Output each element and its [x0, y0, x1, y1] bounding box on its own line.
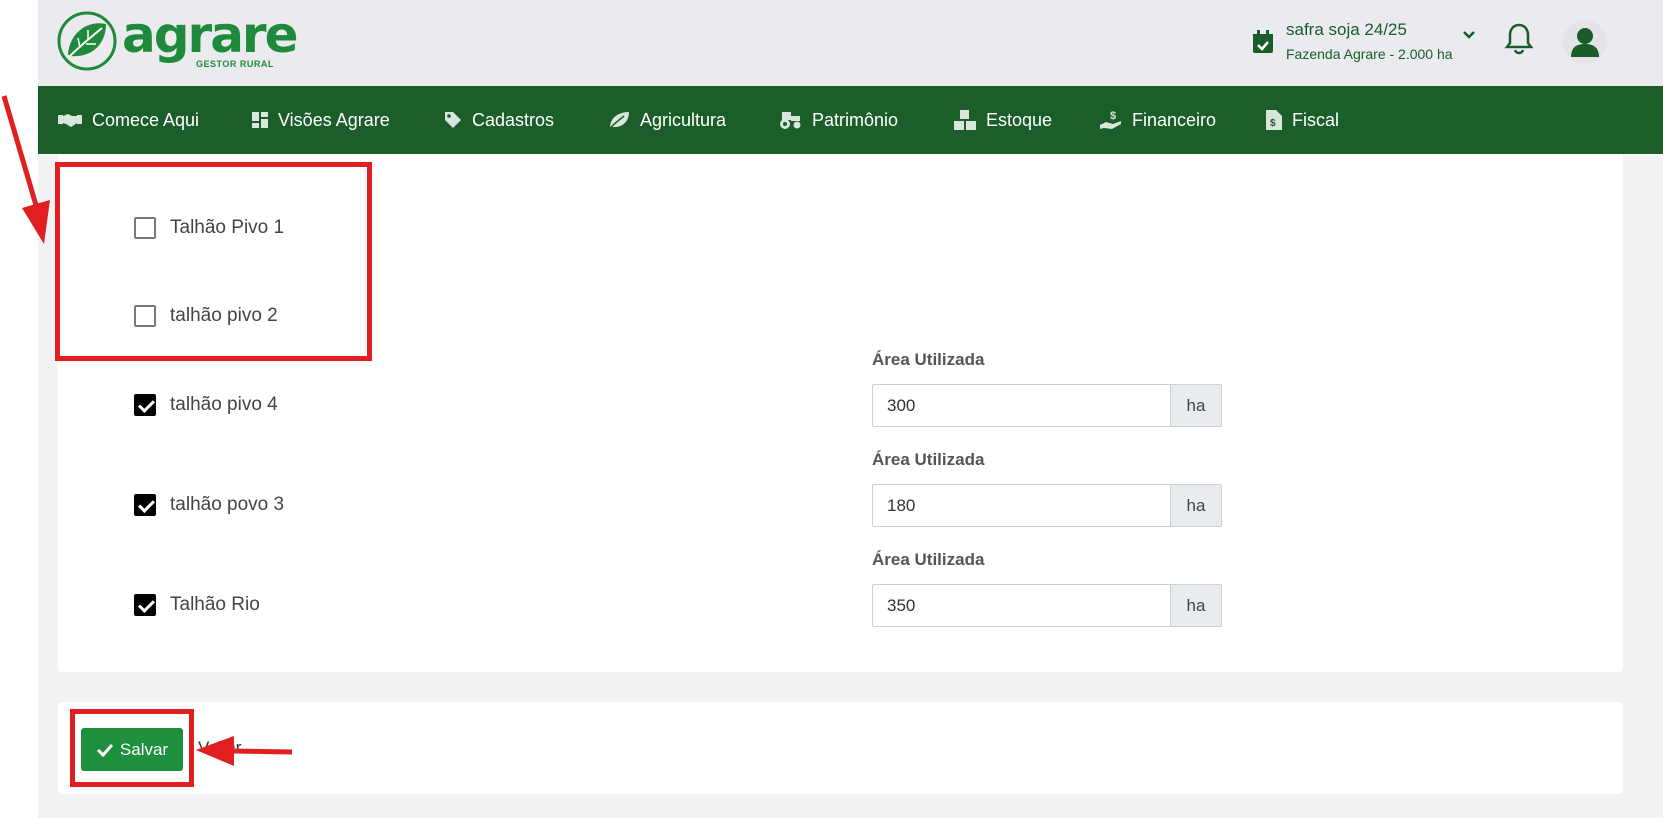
nav-label: Agricultura — [640, 109, 727, 130]
form-actions-card: Voltar Salvar — [58, 702, 1623, 794]
nav-label: Cadastros — [472, 109, 555, 130]
invoice-icon: $ — [1266, 110, 1282, 130]
leaf-icon — [608, 112, 629, 130]
top-bar: agrare GESTOR RURAL safra soja 24/25 Faz… — [38, 0, 1663, 86]
svg-text:$: $ — [1110, 110, 1116, 122]
tag-icon — [445, 112, 461, 128]
calendar-check-icon — [1253, 30, 1273, 53]
dashboard-icon — [252, 112, 268, 128]
main-nav: Comece Aqui Visões Agrare Cadastros Agri… — [38, 86, 1663, 154]
field-row-talhao-povo-3[interactable]: talhão povo 3 — [134, 494, 284, 516]
nav-label: Comece Aqui — [92, 109, 200, 130]
nav-label: Visões Agrare — [278, 109, 390, 130]
nav-item-financeiro[interactable]: $ Financeiro — [1100, 86, 1216, 154]
area-input-group: ha — [872, 484, 1222, 527]
unit-addon: ha — [1170, 584, 1222, 627]
area-input-group: ha — [872, 384, 1222, 427]
area-label: Área Utilizada — [872, 450, 985, 469]
user-avatar[interactable] — [1563, 20, 1607, 64]
nav-item-agricultura[interactable]: Agricultura — [608, 86, 726, 154]
checkbox-checked[interactable] — [134, 594, 156, 616]
nav-label: Patrimônio — [812, 109, 899, 130]
tractor-icon — [780, 112, 801, 129]
checkbox-checked[interactable] — [134, 394, 156, 416]
area-label: Área Utilizada — [872, 550, 985, 569]
area-label: Área Utilizada — [872, 350, 985, 369]
back-link[interactable]: Voltar — [198, 738, 241, 758]
field-row-talhao-pivo-4[interactable]: talhão pivo 4 — [134, 394, 278, 416]
chevron-down-icon — [1463, 31, 1475, 39]
field-label: talhão pivo 4 — [170, 394, 278, 415]
user-icon — [1571, 28, 1599, 57]
handshake-icon — [58, 114, 82, 127]
field-label: Talhão Rio — [170, 594, 260, 615]
nav-label: Financeiro — [1132, 109, 1217, 130]
nav-label: Fiscal — [1292, 109, 1340, 130]
season-selector[interactable]: safra soja 24/25 Fazenda Agrare - 2.000 … — [1252, 18, 1482, 68]
area-input[interactable] — [872, 384, 1170, 427]
farm-subtitle: Fazenda Agrare - 2.000 ha — [1286, 46, 1453, 62]
checkbox-checked[interactable] — [134, 494, 156, 516]
notifications-bell-icon[interactable] — [1504, 22, 1534, 61]
nav-item-estoque[interactable]: Estoque — [954, 86, 1052, 154]
agrare-logo[interactable]: agrare GESTOR RURAL — [56, 6, 306, 76]
annotation-highlight-box — [55, 162, 372, 361]
money-hand-icon: $ — [1100, 110, 1121, 129]
app-window: agrare GESTOR RURAL safra soja 24/25 Faz… — [38, 0, 1663, 818]
field-row-talhao-rio[interactable]: Talhão Rio — [134, 594, 260, 616]
area-input[interactable] — [872, 584, 1170, 627]
nav-item-comece-aqui[interactable]: Comece Aqui — [58, 86, 199, 154]
nav-item-cadastros[interactable]: Cadastros — [444, 86, 554, 154]
area-input-group: ha — [872, 584, 1222, 627]
nav-item-fiscal[interactable]: $ Fiscal — [1266, 86, 1339, 154]
nav-label: Estoque — [986, 109, 1053, 130]
leaf-globe-logo-icon — [57, 11, 117, 71]
season-title: safra soja 24/25 — [1286, 20, 1407, 39]
logo-wordmark: agrare — [122, 6, 298, 64]
boxes-icon — [954, 110, 976, 130]
nav-item-visoes-agrare[interactable]: Visões Agrare — [252, 86, 390, 154]
annotation-highlight-box — [70, 709, 194, 787]
nav-item-patrimonio[interactable]: Patrimônio — [778, 86, 898, 154]
field-label: talhão povo 3 — [170, 494, 285, 515]
unit-addon: ha — [1170, 384, 1222, 427]
unit-addon: ha — [1170, 484, 1222, 527]
svg-text:$: $ — [1270, 118, 1276, 129]
area-input[interactable] — [872, 484, 1170, 527]
logo-subtitle: GESTOR RURAL — [196, 59, 274, 69]
